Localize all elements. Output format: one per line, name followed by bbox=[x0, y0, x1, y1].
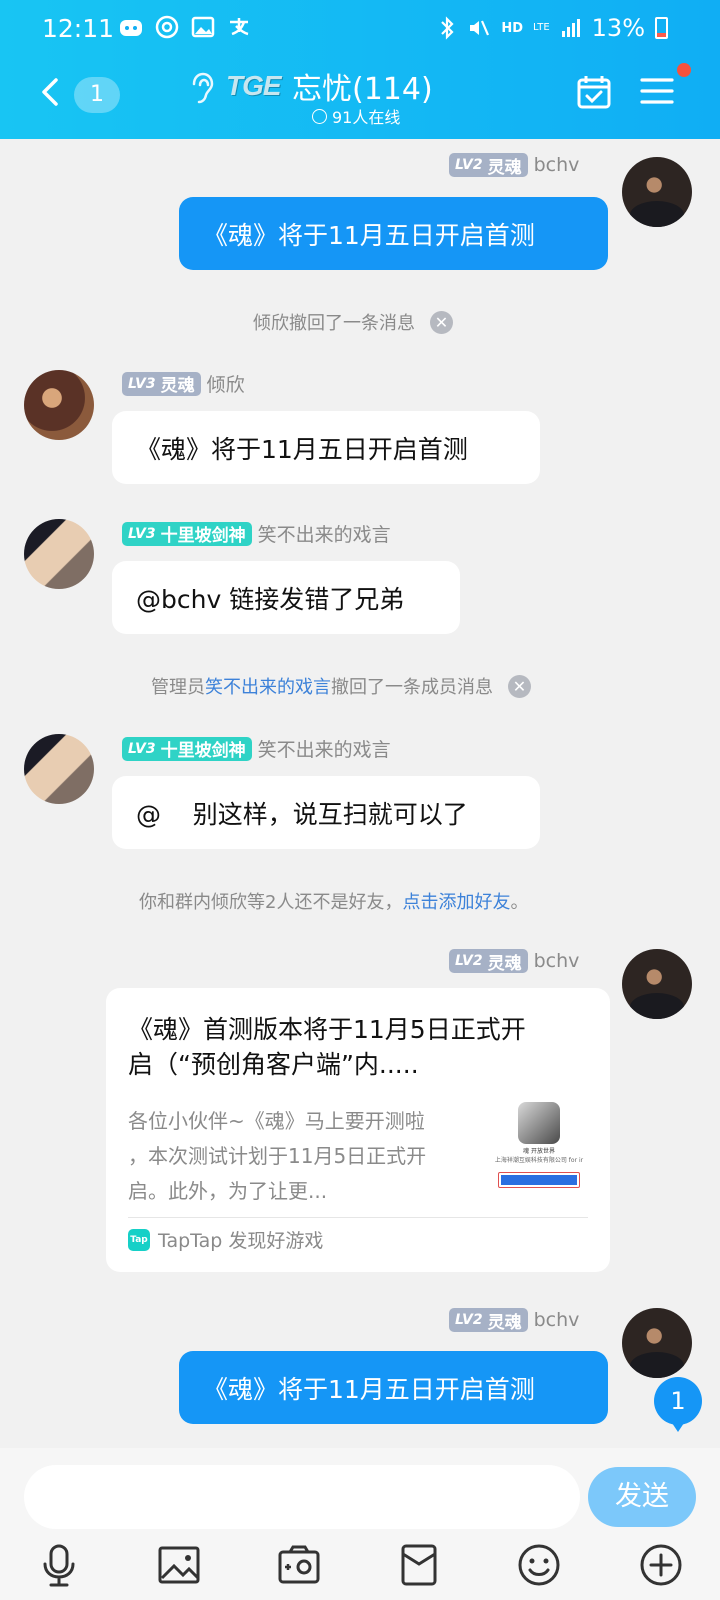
thumb-button bbox=[498, 1172, 580, 1188]
notice-suffix: 撤回了一条成员消息 bbox=[331, 677, 493, 698]
notice-prefix: 管理员 bbox=[151, 677, 205, 698]
unread-count-badge[interactable]: 1 bbox=[74, 77, 120, 113]
recall-notice: 倾欣撤回了一条消息 ✕ bbox=[253, 309, 453, 335]
spiral-app-icon bbox=[155, 15, 179, 39]
back-arrow-icon[interactable] bbox=[30, 72, 70, 112]
admin-recall-notice: 管理员 笑不出来的戏言 撤回了一条成员消息 ✕ bbox=[151, 673, 531, 699]
new-message-badge[interactable]: 1 bbox=[654, 1377, 702, 1432]
group-logo: TGE bbox=[226, 70, 282, 101]
red-packet-icon[interactable] bbox=[396, 1542, 442, 1588]
game-icon bbox=[518, 1102, 560, 1144]
lte-indicator: LTE bbox=[533, 22, 550, 33]
level-badge: LV2 灵魂 bbox=[449, 1308, 528, 1333]
group-name[interactable]: 忘忧(114) bbox=[292, 64, 433, 108]
status-time: 12:11 bbox=[42, 14, 115, 43]
message-bubble[interactable]: 《魂》将于11月五日开启首测 bbox=[179, 1351, 608, 1424]
hd-indicator: HD bbox=[501, 20, 524, 36]
card-thumbnail: 魂 开放世界 上海祥潮互娱科技有限公司 for ir bbox=[490, 1100, 588, 1198]
notice-prefix: 你和群内倾欣等2人还不是好友， bbox=[139, 892, 403, 913]
sender-name[interactable]: 倾欣 bbox=[207, 370, 245, 397]
notice-suffix: 。 bbox=[510, 892, 529, 913]
card-divider bbox=[128, 1217, 588, 1218]
thumb-text: 上海祥潮互娱科技有限公司 for ir bbox=[494, 1157, 584, 1164]
add-friend-link[interactable]: 点击添加好友 bbox=[402, 888, 510, 914]
taptap-icon: Tap bbox=[128, 1228, 150, 1251]
sender-name[interactable]: bchv bbox=[534, 154, 580, 176]
camera-icon[interactable] bbox=[276, 1542, 322, 1588]
signal-icon bbox=[561, 19, 580, 37]
card-title: 《魂》首测版本将于11月5日正式开 启（“预创角客户端”内..... bbox=[128, 1015, 526, 1079]
message-bubble[interactable]: @ 别这样，说互扫就可以了 bbox=[112, 776, 540, 849]
emoji-icon[interactable] bbox=[516, 1542, 562, 1588]
sender-name[interactable]: bchv bbox=[534, 1309, 580, 1331]
message-bubble[interactable]: 《魂》将于11月五日开启首测 bbox=[179, 197, 608, 270]
level-badge: LV3 灵魂 bbox=[122, 371, 201, 396]
card-source: Tap TapTap 发现好游戏 bbox=[128, 1226, 323, 1253]
notification-dot bbox=[677, 63, 691, 77]
source-text: TapTap 发现好游戏 bbox=[158, 1230, 324, 1252]
image-icon[interactable] bbox=[156, 1542, 202, 1588]
dismiss-icon[interactable]: ✕ bbox=[430, 310, 453, 334]
online-text: 91人在线 bbox=[332, 108, 401, 127]
battery-icon bbox=[655, 17, 668, 39]
avatar-qingxin[interactable] bbox=[24, 370, 94, 440]
dismiss-icon[interactable]: ✕ bbox=[508, 674, 531, 698]
admin-name-link[interactable]: 笑不出来的戏言 bbox=[205, 673, 331, 699]
sender-name[interactable]: 笑不出来的戏言 bbox=[258, 735, 391, 762]
battery-percent: 13% bbox=[591, 14, 645, 42]
message-bubble[interactable]: @bchv 链接发错了兄弟 bbox=[112, 561, 460, 634]
mute-icon bbox=[470, 20, 490, 36]
sender-info: LV3 十里坡剑神 笑不出来的戏言 bbox=[122, 520, 391, 547]
sender-info: LV2 灵魂 bchv bbox=[449, 949, 580, 974]
sender-info: LV2 灵魂 bchv bbox=[449, 1308, 580, 1333]
sender-info: LV2 灵魂 bchv bbox=[449, 153, 580, 178]
level-badge: LV2 灵魂 bbox=[449, 153, 528, 178]
avatar-xiaobuchulai[interactable] bbox=[24, 519, 94, 589]
gallery-app-icon bbox=[191, 16, 215, 38]
ear-icon[interactable] bbox=[186, 70, 216, 106]
system-icons: HD LTE 13% bbox=[437, 14, 668, 42]
link-share-card[interactable]: 《魂》首测版本将于11月5日正式开 启（“预创角客户端”内..... 各位小伙伴… bbox=[106, 988, 610, 1272]
plus-icon[interactable] bbox=[638, 1542, 684, 1588]
cat-app-icon bbox=[120, 20, 142, 36]
avatar-bchv[interactable] bbox=[622, 157, 692, 227]
online-icon bbox=[312, 108, 327, 124]
add-friend-notice: 你和群内倾欣等2人还不是好友， 点击添加好友 。 bbox=[139, 888, 528, 914]
sender-info: LV3 灵魂 倾欣 bbox=[122, 370, 245, 397]
status-bar: 12:11 HD LTE 13% bbox=[0, 0, 720, 58]
bluetooth-icon bbox=[441, 16, 454, 40]
sender-name[interactable]: 笑不出来的戏言 bbox=[258, 520, 391, 547]
thumb-text: 魂 开放世界 bbox=[523, 1148, 555, 1155]
chat-header: 12:11 HD LTE 13% 1 TGE 忘忧(114) 91人在线 bbox=[0, 0, 720, 139]
send-button[interactable]: 发送 bbox=[588, 1467, 696, 1527]
level-badge: LV2 灵魂 bbox=[449, 949, 528, 974]
card-description: 各位小伙伴~《魂》马上要开测啦 ，本次测试计划于11月5日正式开 启。此外，为了… bbox=[128, 1109, 427, 1203]
menu-icon[interactable] bbox=[640, 76, 674, 106]
level-badge: LV3 十里坡剑神 bbox=[122, 521, 252, 546]
online-count: 91人在线 bbox=[312, 104, 400, 128]
message-bubble[interactable]: 《魂》将于11月五日开启首测 bbox=[112, 411, 540, 484]
avatar-xiaobuchulai[interactable] bbox=[24, 734, 94, 804]
alipay-app-icon bbox=[230, 18, 249, 36]
sender-info: LV3 十里坡剑神 笑不出来的戏言 bbox=[122, 735, 391, 762]
recall-text: 倾欣撤回了一条消息 bbox=[253, 313, 415, 334]
sender-name[interactable]: bchv bbox=[534, 950, 580, 972]
notification-icons bbox=[118, 14, 252, 40]
avatar-bchv[interactable] bbox=[622, 949, 692, 1019]
microphone-icon[interactable] bbox=[36, 1542, 82, 1588]
level-badge: LV3 十里坡剑神 bbox=[122, 736, 252, 761]
calendar-check-icon[interactable] bbox=[576, 74, 612, 110]
avatar-bchv[interactable] bbox=[622, 1308, 692, 1378]
message-input[interactable] bbox=[24, 1465, 580, 1529]
